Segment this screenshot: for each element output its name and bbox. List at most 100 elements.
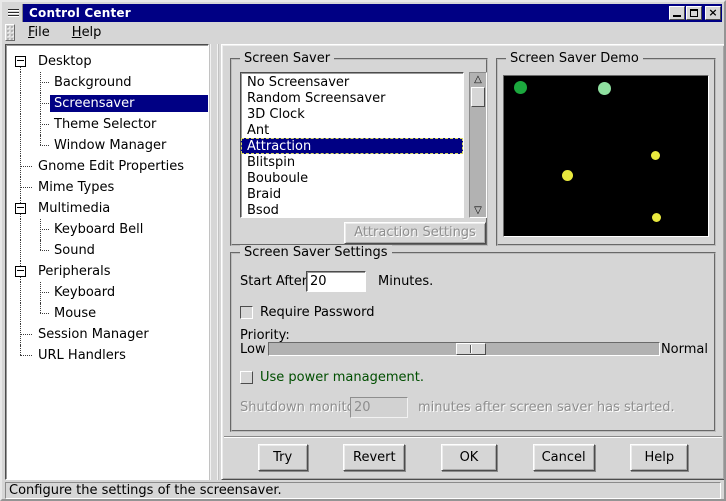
tree-item-background[interactable]: Background bbox=[6, 72, 208, 93]
list-item-braid[interactable]: Braid bbox=[241, 186, 463, 202]
maximize-icon bbox=[690, 9, 698, 17]
titlebar-main[interactable]: Control Center × bbox=[23, 4, 722, 22]
screensaver-list-scrollbar[interactable]: △ ▽ bbox=[469, 72, 487, 218]
titlebar: Control Center × bbox=[4, 4, 722, 22]
require-password-label: Require Password bbox=[260, 305, 374, 320]
tree-item-label: URL Handlers bbox=[34, 347, 130, 364]
actions-separator bbox=[224, 436, 722, 438]
menu-help[interactable]: Help bbox=[63, 23, 111, 42]
scroll-up-icon[interactable]: △ bbox=[470, 73, 486, 86]
tree-item-multimedia[interactable]: Multimedia bbox=[6, 198, 208, 219]
start-after-input[interactable] bbox=[306, 271, 366, 292]
priority-slider-thumb[interactable] bbox=[456, 343, 486, 355]
screensaver-frame: Screen Saver No ScreensaverRandom Screen… bbox=[230, 58, 488, 246]
tree-item-label: Desktop bbox=[34, 53, 96, 70]
priority-slider[interactable] bbox=[268, 342, 660, 356]
power-management-label: Use power management. bbox=[260, 370, 424, 385]
tree-item-session-manager[interactable]: Session Manager bbox=[6, 324, 208, 345]
tree-item-keyboard-bell[interactable]: Keyboard Bell bbox=[6, 219, 208, 240]
ok-button[interactable]: OK bbox=[441, 444, 497, 471]
tree-item-sound[interactable]: Sound bbox=[6, 240, 208, 261]
menubar-grip-handle[interactable] bbox=[5, 24, 15, 41]
require-password-checkbox[interactable] bbox=[240, 306, 253, 319]
menu-file[interactable]: File bbox=[19, 23, 59, 42]
window-title: Control Center bbox=[23, 6, 131, 20]
list-item-bouboule[interactable]: Bouboule bbox=[241, 170, 463, 186]
tree-item-label: Screensaver bbox=[50, 95, 208, 112]
list-item-bsod[interactable]: Bsod bbox=[241, 202, 463, 218]
tree-item-desktop[interactable]: Desktop bbox=[6, 51, 208, 72]
attraction-settings-button[interactable]: Attraction Settings bbox=[344, 222, 486, 244]
tree-item-label: Multimedia bbox=[34, 200, 114, 217]
tree-expander-icon[interactable] bbox=[15, 203, 26, 214]
tree-item-window-manager[interactable]: Window Manager bbox=[6, 135, 208, 156]
tree-item-label: Sound bbox=[50, 242, 99, 259]
pane-divider-handle[interactable] bbox=[209, 44, 221, 480]
tree-item-gnome-edit-properties[interactable]: Gnome Edit Properties bbox=[6, 156, 208, 177]
demo-frame-title: Screen Saver Demo bbox=[506, 51, 643, 66]
list-item-attraction[interactable]: Attraction bbox=[241, 138, 463, 154]
tree-item-label: Mouse bbox=[50, 305, 100, 322]
tree: Desktop Background Screensaver Theme Select… bbox=[6, 45, 208, 366]
tree-expander-icon[interactable] bbox=[15, 56, 26, 67]
shutdown-monitor-suffix: minutes after screen saver has started. bbox=[418, 400, 675, 415]
maximize-button[interactable] bbox=[686, 6, 702, 20]
start-after-label: Start After bbox=[240, 274, 307, 289]
minimize-button[interactable] bbox=[669, 6, 685, 20]
settings-frame: Screen Saver Settings Start After Minute… bbox=[230, 252, 716, 432]
list-item-no-screensaver[interactable]: No Screensaver bbox=[241, 74, 463, 90]
list-item-3d-clock[interactable]: 3D Clock bbox=[241, 106, 463, 122]
demo-frame: Screen Saver Demo bbox=[496, 58, 716, 246]
power-management-checkbox[interactable] bbox=[240, 371, 253, 384]
tree-item-label: Theme Selector bbox=[50, 116, 160, 133]
tree-item-keyboard[interactable]: Keyboard bbox=[6, 282, 208, 303]
close-button[interactable]: × bbox=[705, 6, 721, 20]
tree-item-label: Keyboard bbox=[50, 284, 119, 301]
demo-dot bbox=[652, 213, 661, 222]
scroll-down-icon[interactable]: ▽ bbox=[470, 204, 486, 217]
tree-item-label: Window Manager bbox=[50, 137, 170, 154]
tree-item-label: Gnome Edit Properties bbox=[34, 158, 188, 175]
tree-item-label: Session Manager bbox=[34, 326, 153, 343]
priority-label: Priority: bbox=[240, 328, 290, 343]
list-item-random-screensaver[interactable]: Random Screensaver bbox=[241, 90, 463, 106]
statusbar-text: Configure the settings of the screensave… bbox=[9, 483, 282, 498]
tree-item-mouse[interactable]: Mouse bbox=[6, 303, 208, 324]
tree-item-label: Mime Types bbox=[34, 179, 118, 196]
menubar: File Help bbox=[4, 22, 722, 43]
tree-item-label: Keyboard Bell bbox=[50, 221, 147, 238]
priority-low-label: Low bbox=[240, 342, 266, 357]
screensaver-demo-screen bbox=[503, 75, 709, 237]
demo-dot bbox=[514, 81, 527, 94]
scrollbar-thumb[interactable] bbox=[471, 87, 485, 107]
list-item-ant[interactable]: Ant bbox=[241, 122, 463, 138]
minutes-label: Minutes. bbox=[378, 274, 433, 289]
tree-item-url-handlers[interactable]: URL Handlers bbox=[6, 345, 208, 366]
screensaver-list: No ScreensaverRandom Screensaver3D Clock… bbox=[240, 72, 464, 218]
help-button[interactable]: Help bbox=[630, 444, 688, 471]
tree-item-label: Background bbox=[50, 74, 136, 91]
demo-dot bbox=[562, 170, 573, 181]
tree-item-label: Peripherals bbox=[34, 263, 115, 280]
minimize-icon bbox=[673, 15, 681, 17]
tree-item-screensaver[interactable]: Screensaver bbox=[6, 93, 208, 114]
priority-normal-label: Normal bbox=[661, 342, 708, 357]
list-item-blitspin[interactable]: Blitspin bbox=[241, 154, 463, 170]
content-panel: Screen Saver No ScreensaverRandom Screen… bbox=[221, 44, 725, 480]
shutdown-monitor-input[interactable] bbox=[350, 397, 408, 418]
tree-item-peripherals[interactable]: Peripherals bbox=[6, 261, 208, 282]
shutdown-monitor-label: Shutdown monitor bbox=[240, 400, 360, 415]
tree-item-mime-types[interactable]: Mime Types bbox=[6, 177, 208, 198]
statusbar: Configure the settings of the screensave… bbox=[5, 482, 721, 499]
demo-dot bbox=[598, 82, 611, 95]
demo-dot bbox=[651, 151, 660, 160]
revert-button[interactable]: Revert bbox=[343, 444, 405, 471]
tree-expander-icon[interactable] bbox=[15, 266, 26, 277]
settings-frame-title: Screen Saver Settings bbox=[240, 245, 392, 260]
cancel-button[interactable]: Cancel bbox=[533, 444, 595, 471]
window-menu-button[interactable] bbox=[4, 4, 23, 22]
window-menu-icon bbox=[8, 9, 19, 18]
try-button[interactable]: Try bbox=[258, 444, 308, 471]
tree-item-theme-selector[interactable]: Theme Selector bbox=[6, 114, 208, 135]
actions-row: Try Revert OK Cancel Help bbox=[222, 444, 724, 471]
